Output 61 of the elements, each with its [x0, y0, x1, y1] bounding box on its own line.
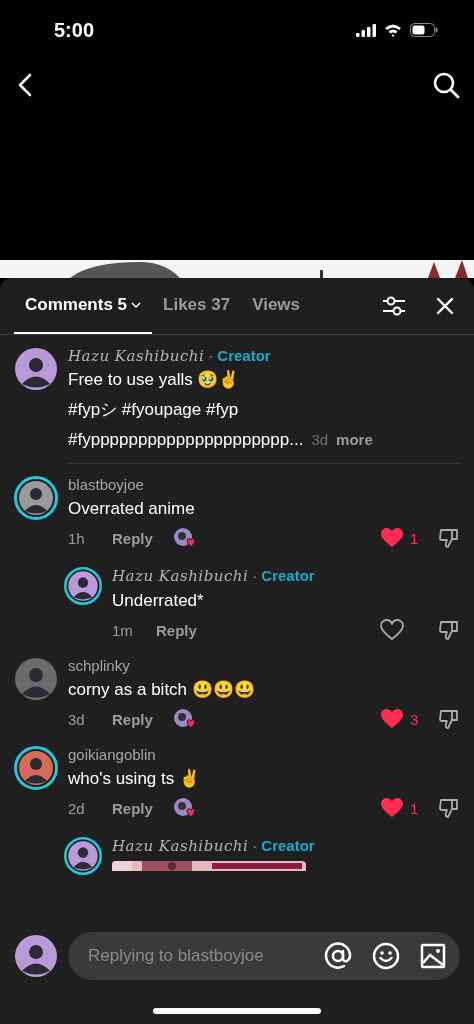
username[interactable]: goikiangoblin: [68, 746, 156, 763]
heart-icon[interactable]: [380, 527, 404, 549]
comment-text: Overrated anime: [68, 498, 196, 520]
heart-icon[interactable]: [380, 797, 404, 819]
username[interactable]: schplinky: [68, 657, 130, 674]
image-icon[interactable]: [420, 943, 446, 969]
search-icon[interactable]: [432, 71, 460, 99]
like-count: 1: [410, 529, 419, 547]
battery-icon: [410, 23, 438, 37]
reply-field[interactable]: Replying to blastboyjoe: [88, 946, 304, 966]
separator-dot: ·: [252, 837, 258, 854]
wifi-icon: [384, 23, 402, 37]
heart-icon[interactable]: [380, 708, 404, 730]
tab[interactable]: Views: [241, 278, 306, 334]
signal-icon: [356, 23, 376, 37]
comment-time: 3d: [68, 710, 86, 728]
tab[interactable]: Comments 5: [14, 278, 153, 334]
dislike-icon[interactable]: [438, 708, 460, 730]
dislike-icon[interactable]: [438, 797, 460, 819]
avatar[interactable]: [14, 746, 58, 790]
like-count: 1: [410, 799, 419, 817]
caption-text: Free to use yalls 🥹✌: [68, 368, 240, 391]
avatar[interactable]: [64, 837, 102, 875]
creator-label: Creator: [217, 347, 271, 364]
comment-time: 1m: [112, 621, 134, 639]
creator-label: Creator: [261, 837, 315, 854]
caption-text: #fypシ #fyoupage #fyp: [68, 399, 239, 421]
avatar[interactable]: [14, 476, 58, 520]
filter-icon[interactable]: [382, 295, 406, 317]
username[interactable]: Hazu Kashibuchi: [112, 837, 249, 855]
dislike-icon[interactable]: [438, 527, 460, 549]
separator-dot: ·: [252, 567, 258, 584]
reply-button[interactable]: Reply: [156, 621, 197, 639]
reply-button[interactable]: Reply: [112, 710, 153, 728]
reply-button[interactable]: Reply: [112, 799, 153, 817]
comment-text: corny as a bitch 😃😃😃: [68, 679, 256, 701]
username[interactable]: Hazu Kashibuchi: [112, 567, 249, 585]
comment-time: 1h: [68, 529, 86, 547]
creator-label: Creator: [261, 567, 315, 584]
comment-field[interactable]: Replying to blastboyjoe: [68, 932, 460, 980]
dislike-icon[interactable]: [438, 619, 460, 641]
comment-time: 2d: [68, 799, 86, 817]
comment-time: 3d: [311, 430, 329, 450]
like-count: 3: [410, 710, 419, 728]
comment-text: Underrated*: [112, 590, 205, 612]
avatar[interactable]: [14, 934, 58, 978]
username[interactable]: blastboyjoe: [68, 476, 144, 493]
comment-text: who's using ts ✌: [68, 767, 201, 790]
close-icon[interactable]: [436, 297, 454, 315]
avatar[interactable]: [14, 347, 58, 391]
caption-text: #fyppppppppppppppppppppp...: [68, 429, 304, 451]
tab[interactable]: Likes 37: [152, 278, 242, 334]
emoji-icon[interactable]: [372, 942, 400, 970]
separator-dot: ·: [208, 347, 214, 364]
more-link[interactable]: more: [336, 431, 373, 448]
status-time: 5:00: [54, 18, 95, 42]
mention-icon[interactable]: [324, 942, 352, 970]
heart-icon[interactable]: [380, 619, 404, 641]
reply-button[interactable]: Reply: [112, 529, 153, 547]
avatar[interactable]: [64, 567, 102, 605]
username[interactable]: Hazu Kashibuchi: [68, 347, 205, 365]
